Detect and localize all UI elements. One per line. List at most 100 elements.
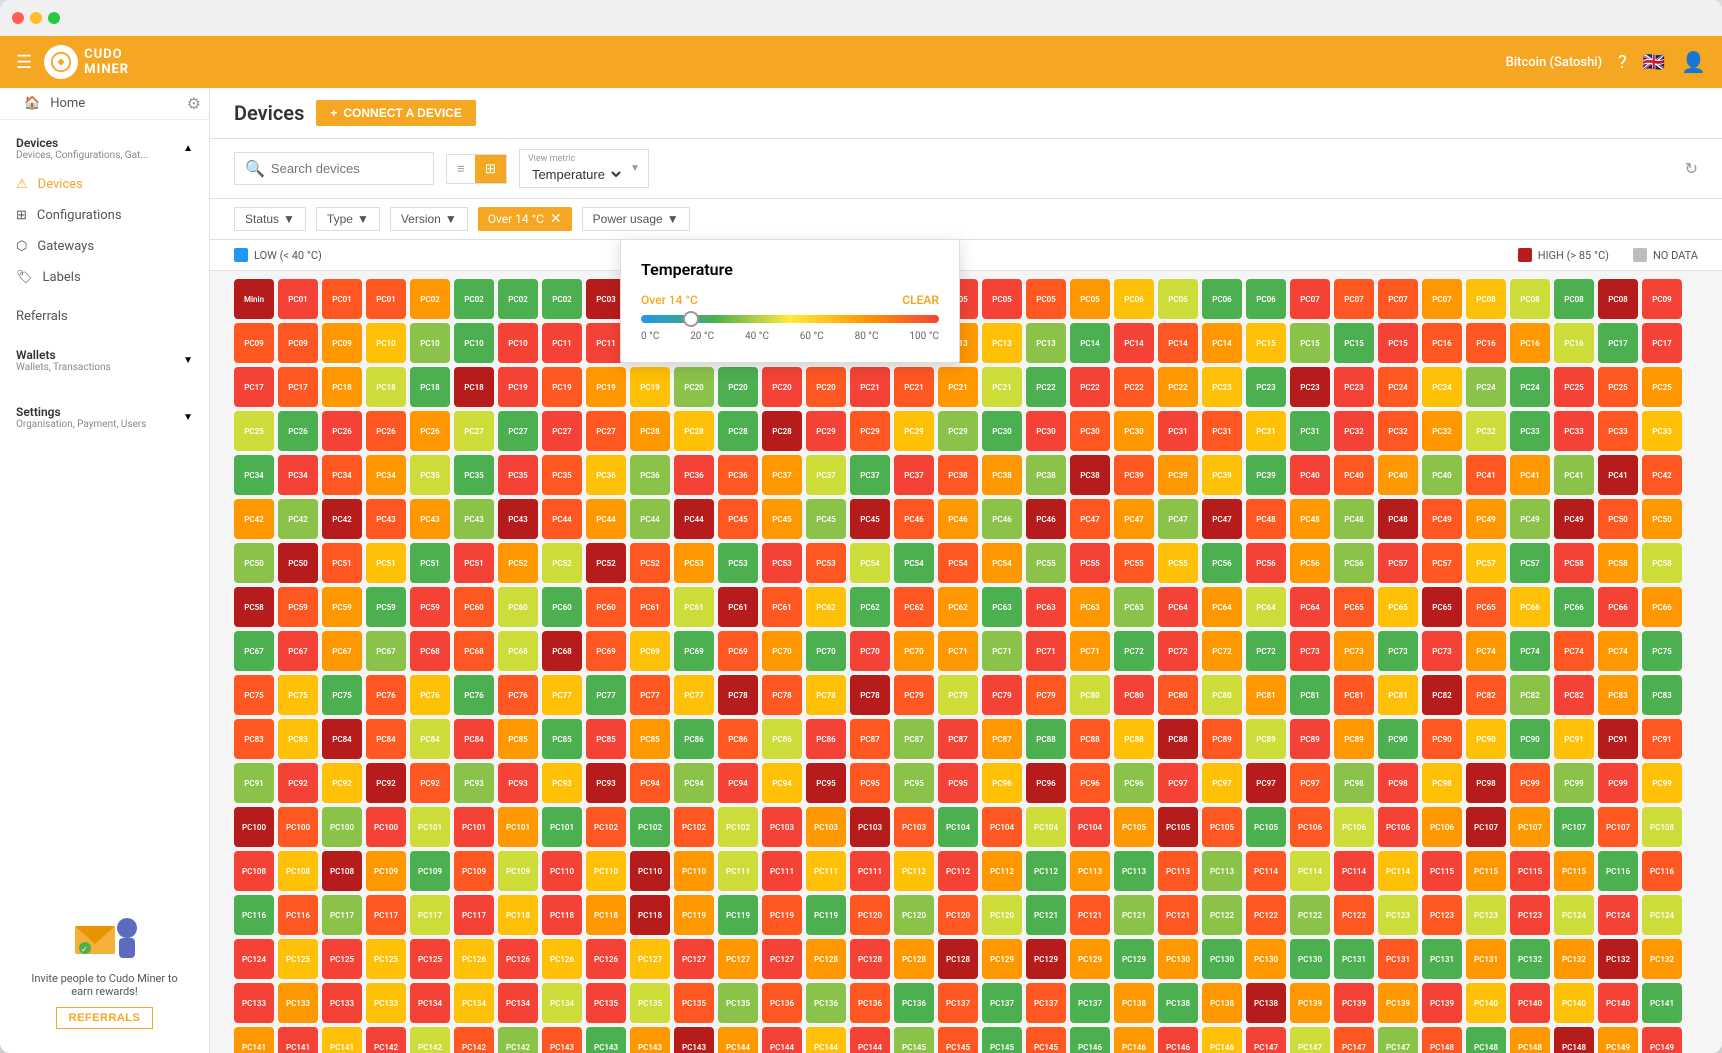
device-tile[interactable]: PC126	[498, 939, 538, 979]
device-tile[interactable]: PC13	[982, 323, 1022, 363]
device-tile[interactable]: PC96	[1026, 763, 1066, 803]
device-tile[interactable]: PC123	[1466, 895, 1506, 935]
device-tile[interactable]: PC102	[718, 807, 758, 847]
device-tile[interactable]: PC111	[718, 851, 758, 891]
device-tile[interactable]: PC127	[674, 939, 714, 979]
device-tile[interactable]: PC16	[1554, 323, 1594, 363]
device-tile[interactable]: PC124	[1598, 895, 1638, 935]
device-tile[interactable]: PC88	[1158, 719, 1198, 759]
device-tile[interactable]: PC102	[586, 807, 626, 847]
device-tile[interactable]: PC133	[234, 983, 274, 1023]
device-tile[interactable]: PC90	[1510, 719, 1550, 759]
device-tile[interactable]: PC53	[806, 543, 846, 583]
device-tile[interactable]: PC69	[718, 631, 758, 671]
device-tile[interactable]: PC61	[630, 587, 670, 627]
device-tile[interactable]: PC36	[586, 455, 626, 495]
device-tile[interactable]: PC51	[366, 543, 406, 583]
device-tile[interactable]: PC86	[762, 719, 802, 759]
device-tile[interactable]: PC37	[850, 455, 890, 495]
device-tile[interactable]: PC120	[938, 895, 978, 935]
list-view-button[interactable]: ≡	[447, 155, 475, 183]
device-tile[interactable]: PC77	[674, 675, 714, 715]
device-tile[interactable]: PC95	[938, 763, 978, 803]
device-tile[interactable]: PC142	[454, 1027, 494, 1053]
device-tile[interactable]: PC130	[1158, 939, 1198, 979]
device-tile[interactable]: PC143	[542, 1027, 582, 1053]
device-tile[interactable]: PC56	[1246, 543, 1286, 583]
device-tile[interactable]: PC73	[1290, 631, 1330, 671]
device-tile[interactable]: PC39	[1246, 455, 1286, 495]
device-tile[interactable]: PC89	[1246, 719, 1286, 759]
device-tile[interactable]: PC102	[630, 807, 670, 847]
user-icon[interactable]: 👤	[1681, 50, 1706, 74]
device-tile[interactable]: PC22	[1114, 367, 1154, 407]
device-tile[interactable]: PC48	[1378, 499, 1418, 539]
device-tile[interactable]: PC64	[1290, 587, 1330, 627]
device-tile[interactable]: PC51	[410, 543, 450, 583]
device-tile[interactable]: PC53	[674, 543, 714, 583]
device-tile[interactable]: PC38	[1026, 455, 1066, 495]
device-tile[interactable]: PC22	[1070, 367, 1110, 407]
device-tile[interactable]: PC74	[1598, 631, 1638, 671]
device-tile[interactable]: PC140	[1598, 983, 1638, 1023]
device-tile[interactable]: PC52	[542, 543, 582, 583]
device-tile[interactable]: PC60	[542, 587, 582, 627]
device-tile[interactable]: PC52	[586, 543, 626, 583]
device-tile[interactable]: PC106	[1290, 807, 1330, 847]
device-tile[interactable]: PC100	[322, 807, 362, 847]
device-tile[interactable]: PC08	[1466, 279, 1506, 319]
device-tile[interactable]: PC72	[1158, 631, 1198, 671]
device-tile[interactable]: PC63	[1026, 587, 1066, 627]
device-tile[interactable]: PC88	[1070, 719, 1110, 759]
device-tile[interactable]: PC129	[1070, 939, 1110, 979]
device-tile[interactable]: PC121	[1026, 895, 1066, 935]
device-tile[interactable]: PC16	[1510, 323, 1550, 363]
remove-filter-button[interactable]: ✕	[550, 211, 562, 227]
device-tile[interactable]: PC29	[938, 411, 978, 451]
device-tile[interactable]: PC68	[454, 631, 494, 671]
device-tile[interactable]: PC111	[806, 851, 846, 891]
device-tile[interactable]: PC55	[1114, 543, 1154, 583]
device-tile[interactable]: PC02	[542, 279, 582, 319]
device-tile[interactable]: PC15	[1246, 323, 1286, 363]
device-tile[interactable]: PC44	[542, 499, 582, 539]
device-tile[interactable]: PC37	[806, 455, 846, 495]
device-tile[interactable]: PC118	[586, 895, 626, 935]
device-tile[interactable]: PC24	[1466, 367, 1506, 407]
device-tile[interactable]: PC15	[1290, 323, 1330, 363]
device-tile[interactable]: PC71	[982, 631, 1022, 671]
device-tile[interactable]: PC103	[762, 807, 802, 847]
device-tile[interactable]: PC66	[1510, 587, 1550, 627]
device-tile[interactable]: PC60	[498, 587, 538, 627]
device-tile[interactable]: PC58	[1598, 543, 1638, 583]
device-tile[interactable]: PC144	[762, 1027, 802, 1053]
device-tile[interactable]: PC50	[1598, 499, 1638, 539]
device-tile[interactable]: PC87	[982, 719, 1022, 759]
device-tile[interactable]: PC113	[1114, 851, 1154, 891]
device-tile[interactable]: PC56	[1290, 543, 1330, 583]
device-tile[interactable]: PC78	[762, 675, 802, 715]
device-tile[interactable]: PC148	[1422, 1027, 1462, 1053]
device-tile[interactable]: PC86	[806, 719, 846, 759]
device-tile[interactable]: PC80	[1202, 675, 1242, 715]
device-tile[interactable]: PC119	[674, 895, 714, 935]
device-tile[interactable]: PC11	[542, 323, 582, 363]
device-tile[interactable]: PC60	[586, 587, 626, 627]
device-tile[interactable]: PC91	[234, 763, 274, 803]
settings-icon[interactable]: ⚙	[187, 94, 201, 113]
device-tile[interactable]: PC69	[674, 631, 714, 671]
device-tile[interactable]: PC148	[1466, 1027, 1506, 1053]
device-tile[interactable]: PC78	[718, 675, 758, 715]
device-tile[interactable]: PC96	[1070, 763, 1110, 803]
device-tile[interactable]: PC02	[498, 279, 538, 319]
device-tile[interactable]: PC105	[1114, 807, 1154, 847]
device-tile[interactable]: PC30	[1070, 411, 1110, 451]
device-tile[interactable]: PC69	[586, 631, 626, 671]
device-tile[interactable]: PC07	[1378, 279, 1418, 319]
temp-slider-thumb[interactable]	[683, 311, 699, 327]
device-tile[interactable]: PC116	[1642, 851, 1682, 891]
device-tile[interactable]: PC28	[674, 411, 714, 451]
device-tile[interactable]: PC99	[1598, 763, 1638, 803]
device-tile[interactable]: PC68	[542, 631, 582, 671]
device-tile[interactable]: PC67	[234, 631, 274, 671]
